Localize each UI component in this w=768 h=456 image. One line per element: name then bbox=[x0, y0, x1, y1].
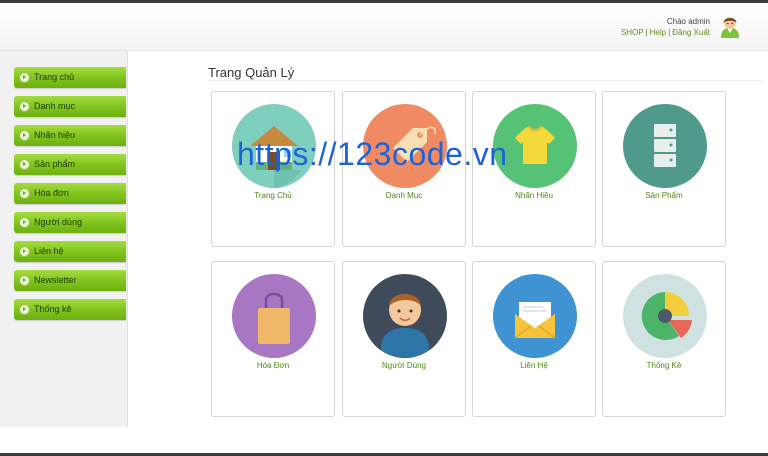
pie-chart-icon bbox=[623, 274, 707, 358]
sidebar-item-newsletter[interactable]: Newsletter bbox=[14, 270, 126, 291]
sidebar-item-danh-muc[interactable]: Danh mục bbox=[14, 96, 126, 117]
sidebar-item-trang-chu[interactable]: Trang chủ bbox=[14, 67, 126, 88]
bullet-arrow-icon bbox=[19, 72, 30, 83]
header-bar: Chào admin SHOP | Help | Đăng Xuất bbox=[0, 3, 768, 51]
card-label: Danh Mục bbox=[385, 191, 423, 200]
sidebar-item-label: Người dùng bbox=[34, 217, 82, 227]
sidebar-item-label: Danh mục bbox=[34, 101, 76, 111]
help-link[interactable]: Help bbox=[650, 28, 666, 37]
sidebar-item-label: Thống kê bbox=[34, 304, 72, 314]
sidebar-item-san-pham[interactable]: Sản phẩm bbox=[14, 154, 126, 175]
bullet-arrow-icon bbox=[19, 304, 30, 315]
card-label: Thống Kê bbox=[646, 361, 682, 370]
sidebar-item-label: Sản phẩm bbox=[34, 159, 76, 169]
card-label: Người Dùng bbox=[382, 361, 426, 370]
sidebar-item-nhan-hieu[interactable]: Nhãn hiệu bbox=[14, 125, 126, 146]
sidebar-item-label: Trang chủ bbox=[34, 72, 75, 82]
bullet-arrow-icon bbox=[19, 275, 30, 286]
bullet-arrow-icon bbox=[19, 246, 30, 257]
sidebar-item-thong-ke[interactable]: Thống kê bbox=[14, 299, 126, 320]
card-lien-he[interactable]: Liên Hệ bbox=[472, 261, 596, 417]
sidebar-item-lien-he[interactable]: Liên hệ bbox=[14, 241, 126, 262]
bullet-arrow-icon bbox=[19, 159, 30, 170]
sidebar-item-label: Newsletter bbox=[34, 275, 77, 285]
shop-link[interactable]: SHOP bbox=[621, 28, 644, 37]
card-label: Nhãn Hiệu bbox=[515, 191, 553, 200]
card-hoa-don[interactable]: Hóa Đơn bbox=[211, 261, 335, 417]
user-icon bbox=[363, 274, 447, 358]
sidebar-item-label: Liên hệ bbox=[34, 246, 64, 256]
envelope-icon bbox=[493, 274, 577, 358]
card-nguoi-dung[interactable]: Người Dùng bbox=[342, 261, 466, 417]
card-thong-ke[interactable]: Thống Kê bbox=[602, 261, 726, 417]
card-label: Hóa Đơn bbox=[256, 361, 290, 370]
title-divider bbox=[208, 80, 762, 81]
logout-link[interactable]: Đăng Xuất bbox=[672, 28, 710, 37]
sidebar-item-nguoi-dung[interactable]: Người dùng bbox=[14, 212, 126, 233]
sidebar-item-hoa-don[interactable]: Hóa đơn bbox=[14, 183, 126, 204]
card-label: Sản Phẩm bbox=[645, 191, 683, 200]
greeting-text: Chào admin bbox=[666, 17, 710, 26]
shopping-bag-icon bbox=[232, 274, 316, 358]
sidebar-item-label: Nhãn hiệu bbox=[34, 130, 76, 140]
bullet-arrow-icon bbox=[19, 217, 30, 228]
user-avatar-icon[interactable] bbox=[718, 14, 742, 38]
bullet-arrow-icon bbox=[19, 130, 30, 141]
card-label: Trang Chủ bbox=[254, 191, 292, 200]
sidebar: Trang chủ Danh mục Nhãn hiệu Sản phẩm Hó… bbox=[0, 51, 128, 427]
page-title: Trang Quản Lý bbox=[208, 65, 295, 80]
bullet-arrow-icon bbox=[19, 101, 30, 112]
bullet-arrow-icon bbox=[19, 188, 30, 199]
server-icon bbox=[623, 104, 707, 188]
user-box: Chào admin SHOP | Help | Đăng Xuất bbox=[621, 16, 710, 38]
sidebar-item-label: Hóa đơn bbox=[34, 188, 69, 198]
watermark-text: https://123code.vn bbox=[237, 136, 508, 172]
card-san-pham[interactable]: Sản Phẩm bbox=[602, 91, 726, 247]
card-label: Liên Hệ bbox=[520, 361, 548, 370]
header-links: SHOP | Help | Đăng Xuất bbox=[621, 27, 710, 38]
